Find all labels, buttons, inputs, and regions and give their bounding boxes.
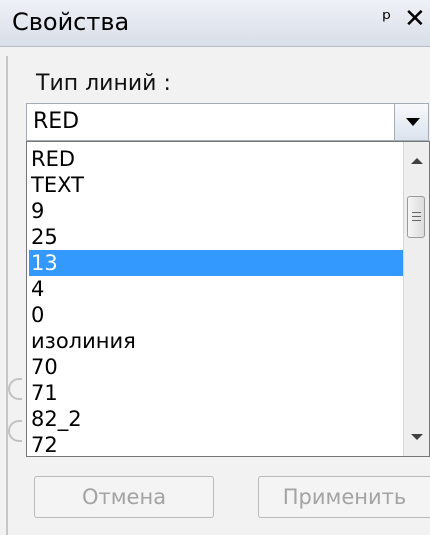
list-item[interactable]: 9 <box>29 198 403 224</box>
list-item[interactable]: 71 <box>29 380 403 406</box>
list-item[interactable]: 82_2 <box>29 406 403 432</box>
pin-icon[interactable]: ᵖ <box>382 6 391 34</box>
scroll-down-icon[interactable] <box>411 434 423 440</box>
list-item[interactable]: 72 <box>29 432 403 456</box>
close-icon[interactable]: ✕ <box>404 4 426 34</box>
line-type-dropdown-list[interactable]: RED TEXT 9 25 13 4 0 изолиния 70 71 82_2… <box>26 141 430 457</box>
grip-line <box>412 212 421 213</box>
apply-button[interactable]: Применить <box>258 476 430 518</box>
scrollbar-thumb[interactable] <box>407 196 425 238</box>
panel-title-bar: Свойства ᵖ ✕ <box>0 0 430 47</box>
dropdown-arrow-icon[interactable] <box>394 104 428 140</box>
cancel-button[interactable]: Отмена <box>34 476 214 518</box>
grip-line <box>412 220 421 221</box>
list-item[interactable]: изолиния <box>29 328 403 354</box>
list-item[interactable]: 4 <box>29 276 403 302</box>
panel-title: Свойства <box>12 8 130 36</box>
grip-line <box>412 216 421 217</box>
list-item[interactable]: 25 <box>29 224 403 250</box>
list-scrollbar[interactable] <box>403 142 429 456</box>
list-item[interactable]: RED <box>29 146 403 172</box>
line-type-combobox[interactable]: RED <box>26 103 429 141</box>
scroll-up-icon[interactable] <box>411 158 423 164</box>
combobox-selected-value: RED <box>33 109 80 134</box>
list-item[interactable]: TEXT <box>29 172 403 198</box>
list-item-selected[interactable]: 13 <box>29 250 403 276</box>
panel-border <box>6 56 8 535</box>
list-item[interactable]: 0 <box>29 302 403 328</box>
line-type-label: Тип линий : <box>36 71 171 96</box>
list-item[interactable]: 70 <box>29 354 403 380</box>
